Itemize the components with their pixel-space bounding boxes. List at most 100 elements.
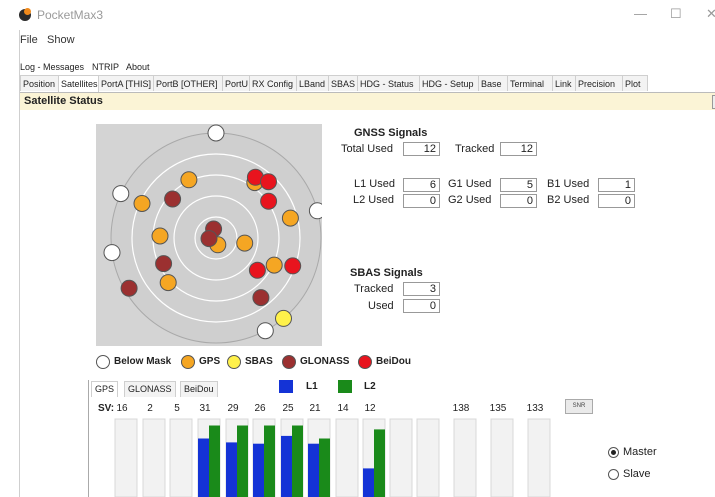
window-title: PocketMax3 [37, 8, 104, 22]
signal-tab-glonass[interactable]: GLONASS [124, 381, 176, 397]
l2-used-value: 0 [403, 194, 440, 208]
satellite-gps-marker[interactable] [236, 234, 254, 252]
maximize-button[interactable]: ☐ [670, 6, 682, 22]
satellite-beidou-marker[interactable] [248, 261, 266, 279]
l1-bar [363, 468, 374, 497]
title-bar: PocketMax3 — ☐ ✕ [0, 0, 715, 30]
tab-rx-config[interactable]: RX Config [249, 75, 297, 91]
signal-tab-gps[interactable]: GPS [91, 381, 119, 397]
tab-lband[interactable]: LBand [296, 75, 329, 91]
tab-terminal[interactable]: Terminal [507, 75, 553, 91]
sbas-used-label: Used [368, 300, 394, 312]
sv-tick-label: 26 [254, 403, 266, 414]
satellite-beidou-marker[interactable] [260, 192, 278, 210]
tab-ntrip[interactable]: NTRIP [92, 62, 119, 72]
tab-precision[interactable]: Precision [575, 75, 623, 91]
l2-bar [374, 429, 385, 497]
snr-button[interactable]: SNR [565, 399, 593, 414]
satellite-gps-marker[interactable] [133, 195, 151, 212]
sv-tick-label: 16 [116, 403, 128, 414]
satellite-glonass-marker[interactable] [164, 190, 182, 208]
tab-hdg-status[interactable]: HDG - Status [357, 75, 420, 91]
satellite-gps-marker[interactable] [281, 209, 299, 227]
satellite-gps-marker[interactable] [180, 171, 198, 189]
legend-below-mask: Below Mask [114, 356, 172, 367]
tab-plot[interactable]: Plot [622, 75, 648, 91]
menu-file[interactable]: File [20, 34, 38, 46]
glonass-dot-icon [282, 355, 296, 369]
satellite-gps-marker[interactable] [159, 274, 177, 292]
tab-hdg-setup[interactable]: HDG - Setup [419, 75, 479, 91]
satellite-gps-marker[interactable] [265, 256, 283, 274]
gnss-signals-title: GNSS Signals [354, 127, 428, 139]
b1-used-value: 1 [598, 178, 635, 192]
section-header: Satellite Status [20, 93, 715, 111]
total-used-value: 12 [403, 142, 440, 156]
l1-bar [198, 438, 209, 497]
below-mask-dot-icon [96, 355, 110, 369]
satellite-glonass-marker[interactable] [200, 230, 218, 248]
g2-used-value: 0 [500, 194, 537, 208]
tab-log-messages[interactable]: Log - Messages [20, 62, 84, 72]
tracked-value: 12 [500, 142, 537, 156]
legend-beidou: BeiDou [376, 356, 411, 367]
tab-sbas[interactable]: SBAS [328, 75, 358, 91]
l2-legend-label: L2 [364, 381, 376, 392]
l1-legend-label: L1 [306, 381, 318, 392]
tab-about[interactable]: About [126, 62, 150, 72]
tab-position[interactable]: Position [20, 75, 59, 91]
sbas-used-value: 0 [403, 299, 440, 313]
sv-tick-label: 25 [282, 403, 294, 414]
beidou-dot-icon [358, 355, 372, 369]
g1-used-label: G1 Used [448, 178, 492, 190]
l1-used-label: L1 Used [354, 178, 395, 190]
section-title: Satellite Status [24, 95, 103, 107]
satellite-glonass-marker[interactable] [252, 289, 270, 307]
l1-bar [281, 435, 292, 497]
sv-column [335, 418, 359, 497]
tab-satellites[interactable]: Satellites [58, 75, 99, 92]
menu-show[interactable]: Show [47, 34, 75, 46]
satellite-beidou-marker[interactable] [260, 173, 277, 191]
sbas-tracked-value: 3 [403, 282, 440, 296]
tab-porta[interactable]: PortA [THIS] [98, 75, 154, 91]
slave-radio[interactable] [608, 469, 619, 480]
sv-column [142, 418, 166, 497]
l2-bar [292, 425, 303, 497]
satellite-below-mask-marker[interactable] [256, 322, 274, 340]
app-logo-icon [19, 8, 31, 21]
b2-used-label: B2 Used [547, 194, 590, 206]
slave-label: Slave [623, 468, 651, 480]
b2-used-value: 0 [598, 194, 635, 208]
sv-column [416, 418, 440, 497]
sv-tick-label: 14 [337, 403, 349, 414]
master-radio[interactable] [608, 447, 619, 458]
tab-link[interactable]: Link [552, 75, 576, 91]
sv-column [169, 418, 193, 497]
l2-bar [209, 425, 220, 497]
sv-tick-label: 135 [490, 403, 507, 414]
sbas-dot-icon [227, 355, 241, 369]
satellite-glonass-marker[interactable] [120, 279, 138, 297]
sv-tick-label: 133 [527, 403, 544, 414]
tab-portu[interactable]: PortU [222, 75, 250, 91]
satellite-gps-marker[interactable] [151, 227, 169, 245]
minimize-button[interactable]: — [634, 6, 647, 21]
signal-tab-beidou[interactable]: BeiDou [180, 381, 218, 397]
close-button[interactable]: ✕ [706, 6, 715, 22]
satellite-below-mask-marker[interactable] [207, 124, 225, 142]
sv-axis-label: SV: [98, 403, 114, 414]
satellite-sbas-marker[interactable] [275, 309, 292, 327]
sky-plot [103, 124, 322, 344]
tab-portb[interactable]: PortB [OTHER] [153, 75, 223, 91]
satellite-beidou-marker[interactable] [284, 257, 302, 275]
satellite-glonass-marker[interactable] [155, 255, 173, 273]
l1-legend-swatch [279, 380, 293, 393]
sv-column [114, 418, 138, 497]
tab-base[interactable]: Base [478, 75, 508, 91]
satellite-below-mask-marker[interactable] [103, 244, 121, 262]
satellite-below-mask-marker[interactable] [112, 185, 130, 203]
legend-sbas: SBAS [245, 356, 273, 367]
l1-bar [226, 442, 237, 497]
satellite-below-mask-marker[interactable] [308, 202, 322, 220]
